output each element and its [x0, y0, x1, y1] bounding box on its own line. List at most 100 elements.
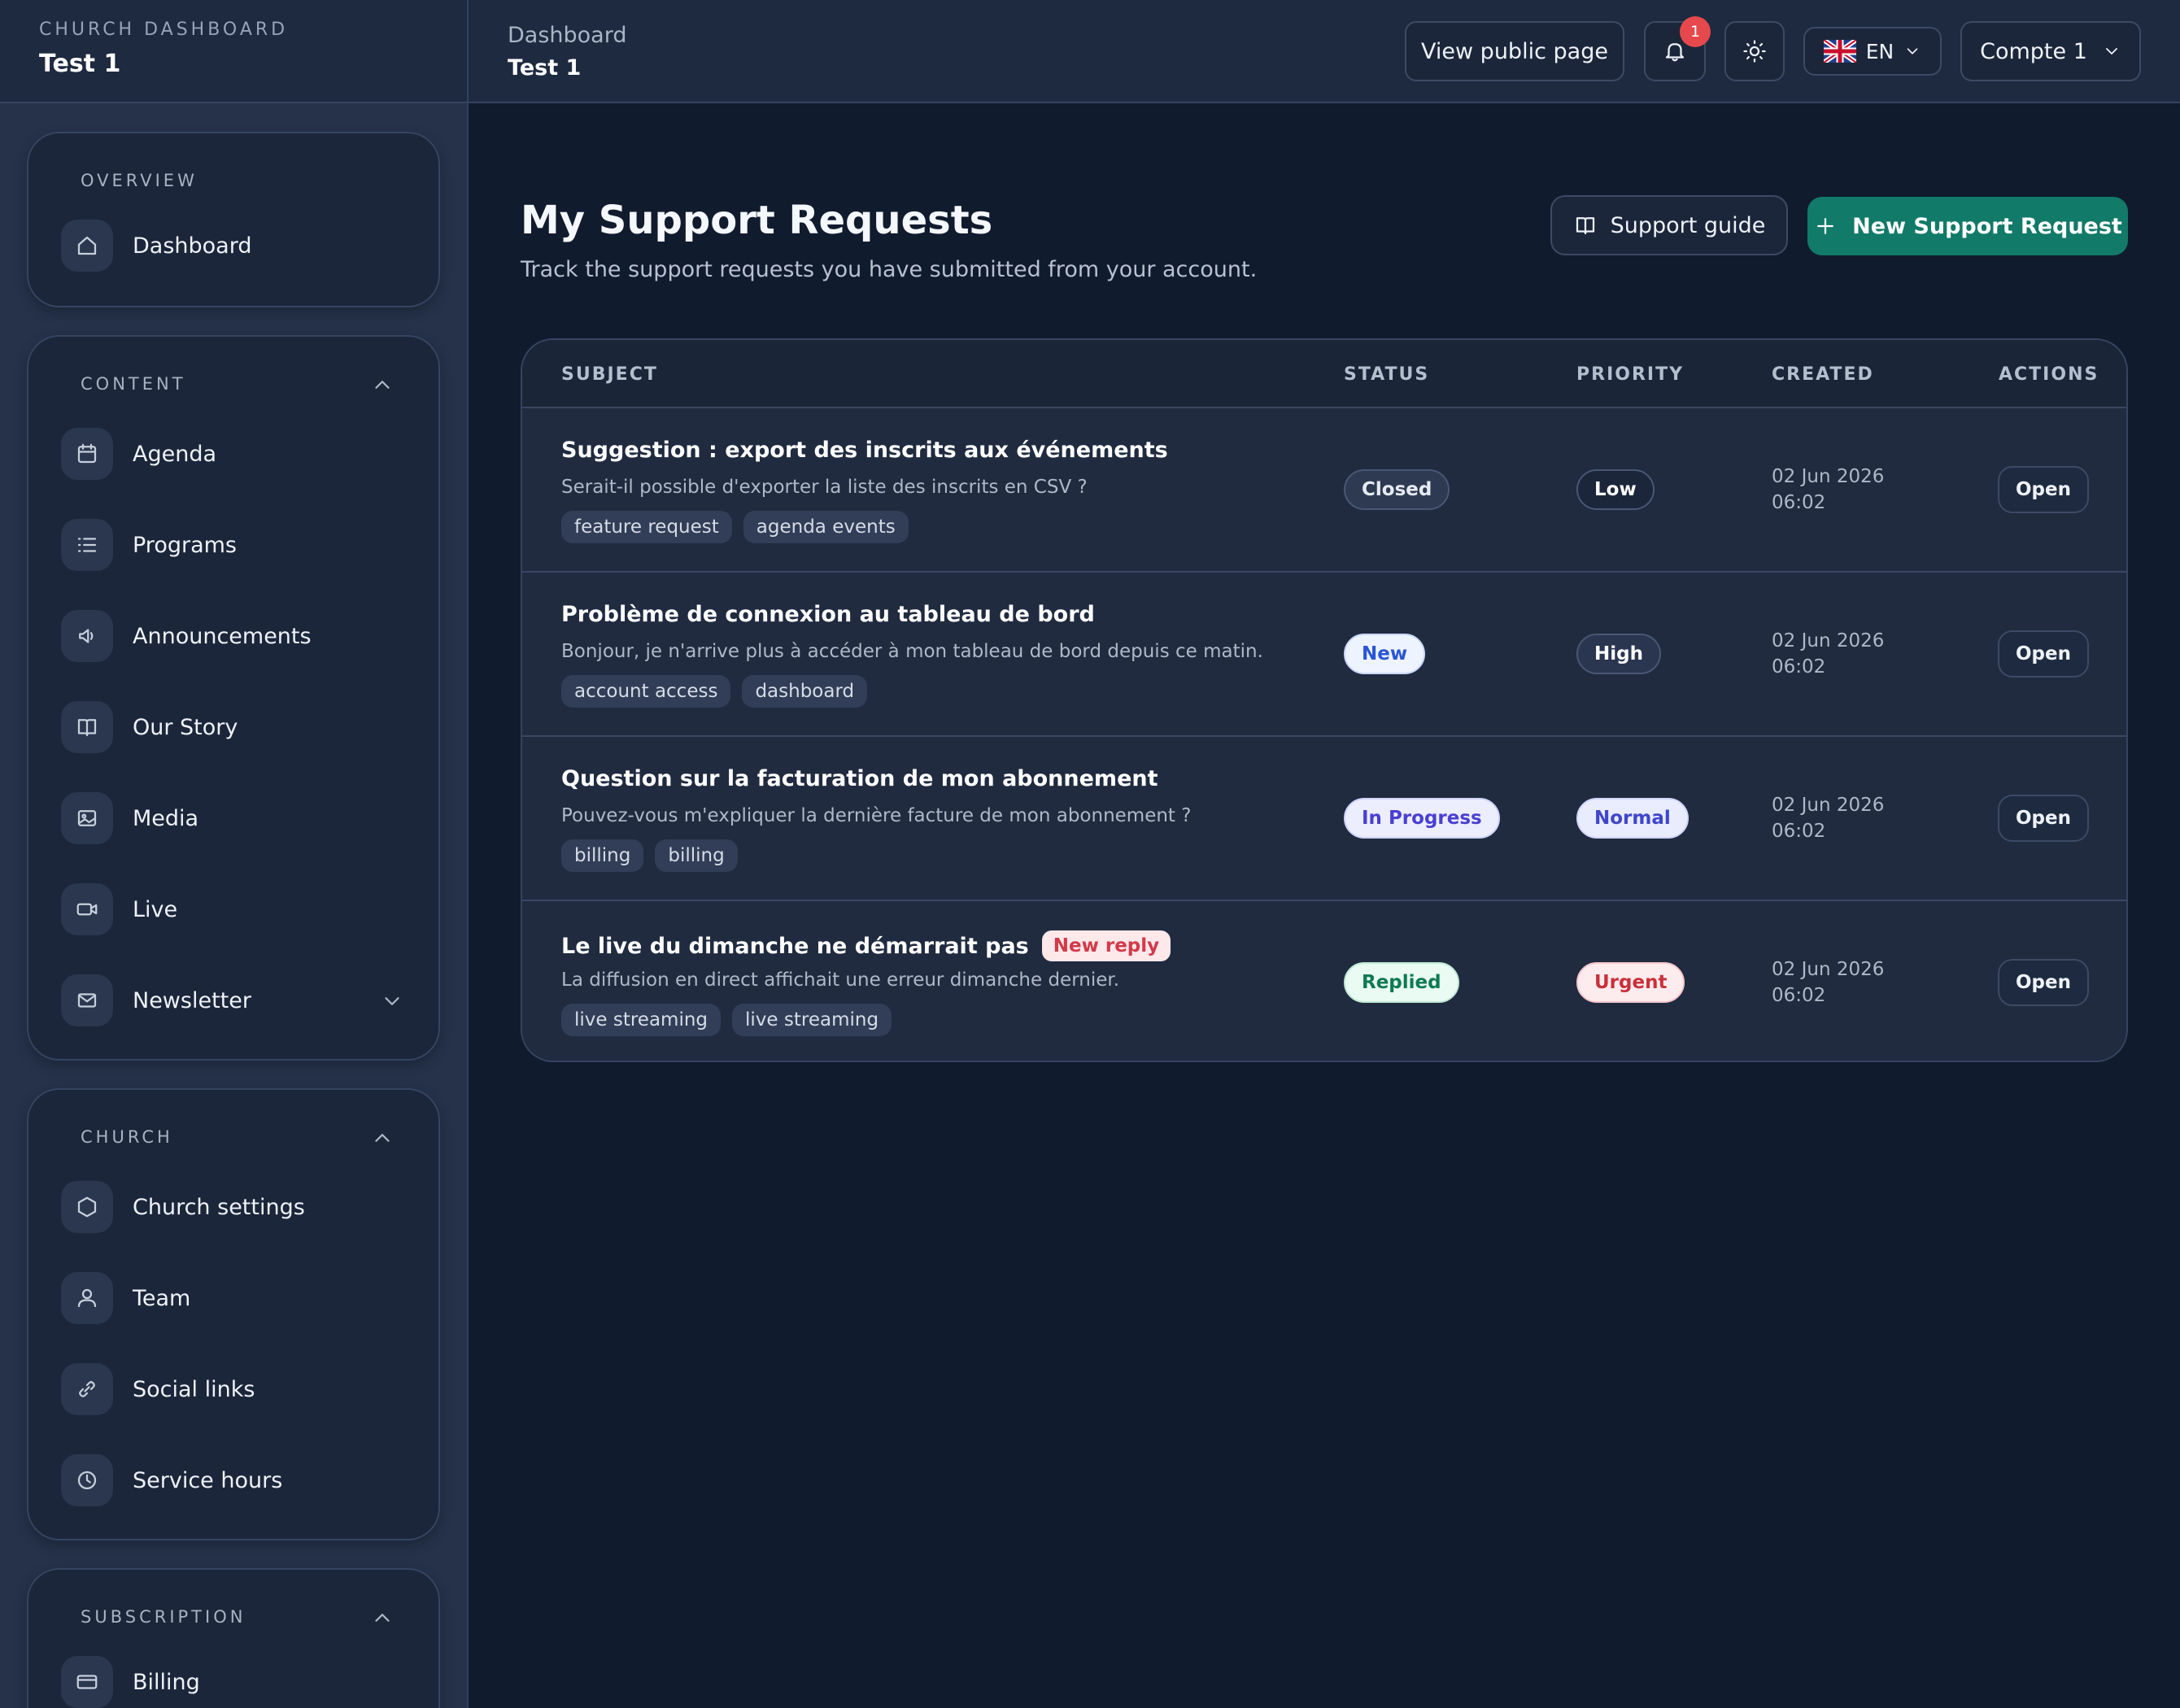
sidebar-item-live[interactable]: Live [28, 864, 438, 955]
sidebar-item-label: Agenda [133, 441, 217, 467]
priority-badge: Low [1576, 469, 1655, 510]
sidebar-item-social-links[interactable]: Social links [28, 1344, 438, 1435]
status-badge: Replied [1344, 962, 1459, 1003]
sidebar-item-label: Live [133, 896, 178, 922]
megaphone-icon [61, 610, 113, 662]
clock-icon [61, 1454, 113, 1506]
section-title: SUBSCRIPTION [81, 1607, 246, 1627]
request-tags: live streaming live streaming [561, 1004, 892, 1036]
section-header-church[interactable]: CHURCH [28, 1113, 438, 1161]
view-public-page-button[interactable]: View public page [1405, 21, 1624, 81]
new-support-request-button[interactable]: New Support Request [1807, 197, 2128, 255]
sidebar-item-label: Service hours [133, 1467, 283, 1493]
sidebar-section-overview: OVERVIEW Dashboard [27, 132, 440, 307]
sidebar-item-newsletter[interactable]: Newsletter [28, 955, 438, 1046]
open-button[interactable]: Open [1998, 959, 2089, 1006]
section-header-subscription[interactable]: SUBSCRIPTION [28, 1593, 438, 1641]
tag-chip: dashboard [742, 675, 868, 708]
chevron-up-icon[interactable] [370, 1606, 393, 1628]
column-created: CREATED [1772, 364, 1874, 385]
sidebar-item-agenda[interactable]: Agenda [28, 408, 438, 499]
sidebar-section-subscription: SUBSCRIPTION Billing [27, 1568, 440, 1708]
section-title: OVERVIEW [81, 171, 198, 190]
sidebar-item-label: Church settings [133, 1194, 305, 1220]
new-reply-badge: New reply [1041, 930, 1171, 961]
sidebar-item-dashboard[interactable]: Dashboard [28, 205, 438, 286]
request-description: La diffusion en direct affichait une err… [561, 969, 1120, 991]
uk-flag-icon [1823, 40, 1856, 63]
column-priority: PRIORITY [1576, 364, 1685, 385]
column-actions: ACTIONS [1999, 364, 2099, 385]
table-header: SUBJECT STATUS PRIORITY CREATED ACTIONS [522, 340, 2126, 407]
created-date: 02 Jun 2026 06:02 [1772, 956, 1884, 1009]
subject-text: Question sur la facturation de mon abonn… [561, 766, 1158, 791]
theme-toggle-button[interactable] [1724, 21, 1785, 81]
section-header-content[interactable]: CONTENT [28, 359, 438, 408]
request-description: Serait-il possible d'exporter la liste d… [561, 477, 1088, 498]
sidebar-item-service-hours[interactable]: Service hours [28, 1435, 438, 1526]
mail-icon [61, 974, 113, 1026]
priority-badge: High [1576, 634, 1661, 674]
chevron-up-icon[interactable] [370, 1126, 393, 1148]
support-guide-button[interactable]: Support guide [1550, 195, 1788, 255]
sun-icon [1743, 40, 1766, 63]
tag-chip: billing [655, 839, 738, 872]
page-subtitle: Track the support requests you have subm… [521, 257, 1258, 282]
list-icon [61, 519, 113, 571]
book-icon [1576, 217, 1594, 235]
chevron-up-icon[interactable] [370, 373, 393, 395]
open-button[interactable]: Open [1998, 630, 2089, 678]
subject-text: Suggestion : export des inscrits aux évé… [561, 438, 1168, 463]
created-date: 02 Jun 2026 06:02 [1772, 792, 1884, 844]
account-label: Compte 1 [1980, 38, 2087, 64]
sidebar-item-our-story[interactable]: Our Story [28, 682, 438, 773]
sidebar-item-church-settings[interactable]: Church settings [28, 1161, 438, 1253]
open-button[interactable]: Open [1998, 466, 2089, 513]
language-label: EN [1865, 39, 1894, 63]
link-icon [61, 1363, 113, 1415]
open-button[interactable]: Open [1998, 795, 2089, 842]
sidebar-item-billing[interactable]: Billing [28, 1641, 438, 1708]
sidebar-item-media[interactable]: Media [28, 773, 438, 864]
chevron-down-icon [1907, 48, 1918, 54]
created-date: 02 Jun 2026 06:02 [1772, 628, 1884, 680]
user-icon [61, 1272, 113, 1324]
created-day: 02 Jun 2026 [1772, 630, 1885, 651]
new-support-request-label: New Support Request [1852, 213, 2122, 239]
plus-icon [1817, 218, 1834, 234]
book-icon [61, 701, 113, 753]
request-tags: feature request agenda events [561, 511, 909, 543]
priority-badge: Normal [1576, 798, 1689, 839]
image-icon [61, 792, 113, 844]
request-tags: billing billing [561, 839, 738, 872]
breadcrumb: Dashboard [508, 23, 627, 48]
top-header: Dashboard Test 1 View public page 1 EN C… [469, 0, 2180, 103]
created-time: 06:02 [1772, 656, 1826, 678]
request-tags: account access dashboard [561, 675, 868, 708]
table-row: Suggestion : export des inscrits aux évé… [522, 407, 2126, 571]
account-menu-button[interactable]: Compte 1 [1960, 21, 2141, 81]
notifications-button[interactable]: 1 [1644, 16, 1711, 81]
request-subject[interactable]: Problème de connexion au tableau de bord [561, 602, 1095, 627]
language-selector[interactable]: EN [1803, 27, 1942, 76]
sidebar-item-announcements[interactable]: Announcements [28, 590, 438, 682]
notification-count-badge: 1 [1680, 16, 1711, 47]
request-subject[interactable]: Le live du dimanche ne démarrait pas New… [561, 930, 1171, 961]
request-subject[interactable]: Question sur la facturation de mon abonn… [561, 766, 1158, 791]
table-row: Question sur la facturation de mon abonn… [522, 735, 2126, 900]
sidebar-item-team[interactable]: Team [28, 1253, 438, 1344]
chevron-down-icon[interactable] [380, 989, 403, 1012]
priority-badge: Urgent [1576, 962, 1685, 1003]
section-header-overview: OVERVIEW [28, 156, 438, 205]
column-status: STATUS [1344, 364, 1430, 385]
sidebar-item-programs[interactable]: Programs [28, 499, 438, 590]
sidebar-item-label: Media [133, 805, 199, 831]
support-guide-label: Support guide [1610, 212, 1766, 238]
brand: CHURCH DASHBOARD Test 1 [0, 0, 467, 103]
created-day: 02 Jun 2026 [1772, 795, 1885, 816]
created-time: 06:02 [1772, 985, 1826, 1006]
tag-chip: live streaming [561, 1004, 722, 1036]
tag-chip: billing [561, 839, 644, 872]
request-subject[interactable]: Suggestion : export des inscrits aux évé… [561, 438, 1168, 463]
sidebar-item-label: Team [133, 1285, 191, 1311]
